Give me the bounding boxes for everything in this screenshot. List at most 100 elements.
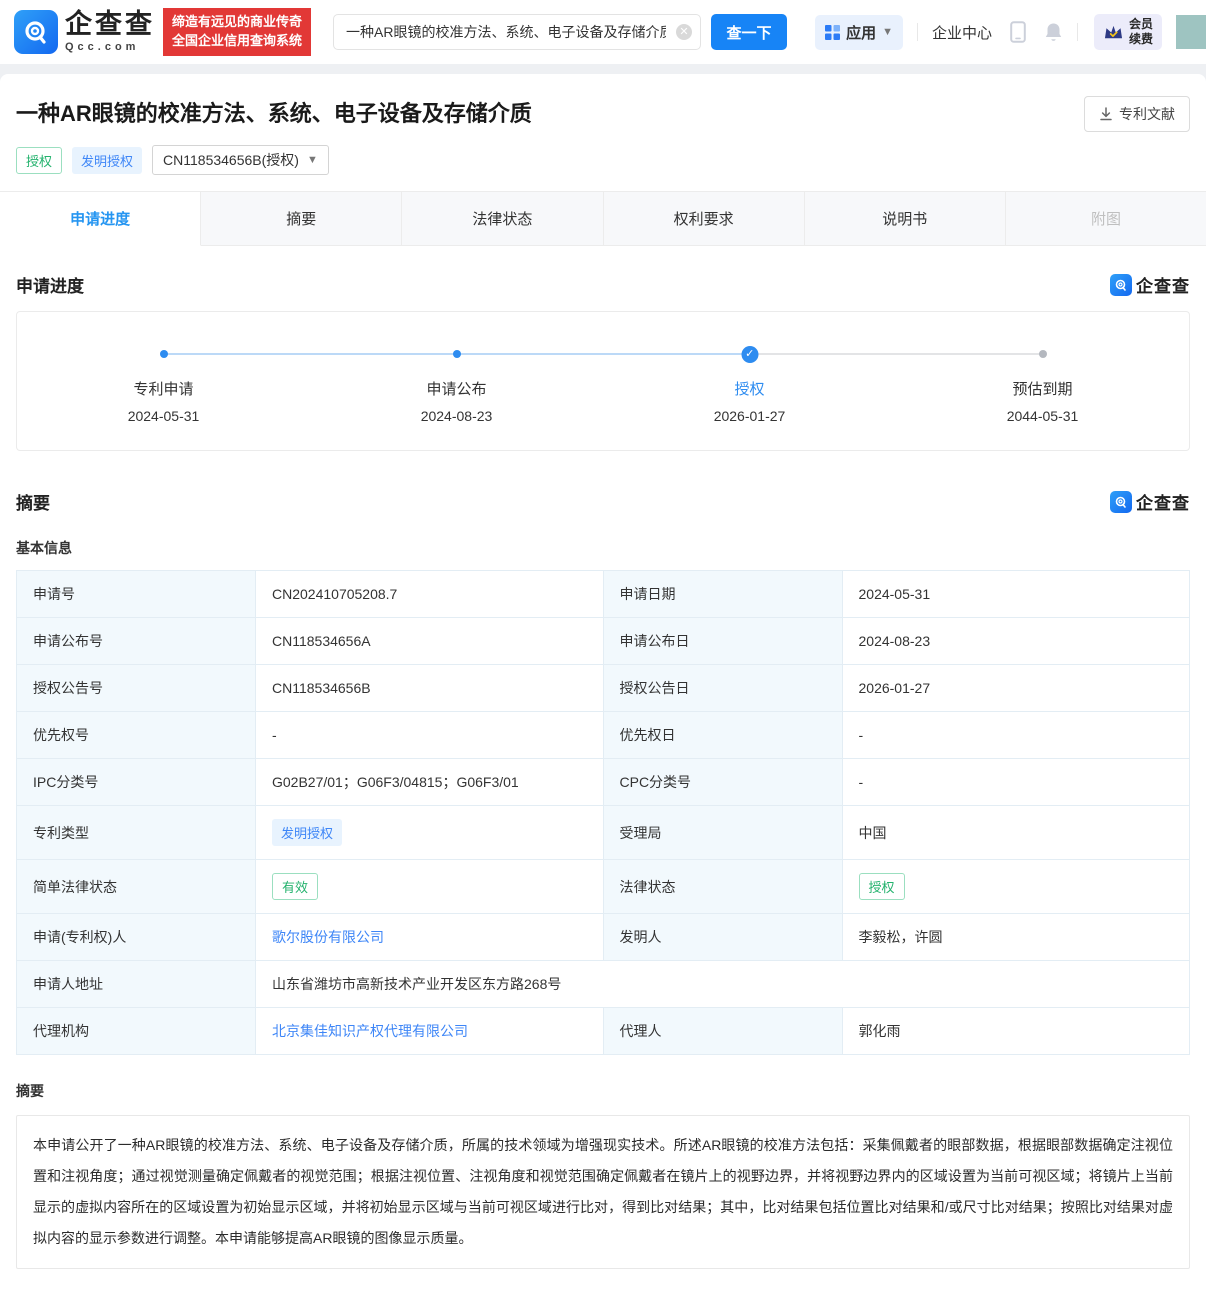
timeline-dot-publication [453,350,461,358]
qcc-watermark-logo: 企查查 [1110,489,1190,514]
table-row: 代理机构 北京集佳知识产权代理有限公司 代理人 郭化雨 [17,1008,1190,1055]
table-row: 专利类型 发明授权 受理局 中国 [17,806,1190,860]
tab-abstract[interactable]: 摘要 [201,192,402,245]
qcc-mini-icon [1110,491,1132,513]
milestone-date: 2026-01-27 [603,408,896,424]
apps-grid-icon [825,25,840,40]
row-label: 优先权日 [603,712,842,759]
patent-number-select[interactable]: CN118534656B(授权) ▼ [152,145,329,175]
qcc-logo[interactable]: 企查查 Qcc.com [14,10,155,54]
row-value: CN202410705208.7 [256,571,604,618]
patent-document-button[interactable]: 专利文献 [1084,96,1190,132]
milestone-date: 2024-08-23 [310,408,603,424]
search-clear-icon[interactable]: ✕ [676,24,692,40]
milestone-label: 申请公布 [310,378,603,399]
row-label: 法律状态 [603,860,842,914]
row-label: 申请公布日 [603,618,842,665]
tab-claims[interactable]: 权利要求 [604,192,805,245]
notification-bell-icon[interactable] [1044,22,1063,43]
table-row: 申请公布号 CN118534656A 申请公布日 2024-08-23 [17,618,1190,665]
row-label: CPC分类号 [603,759,842,806]
top-header: 企查查 Qcc.com 缔造有远见的商业传奇 全国企业信用查询系统 ✕ 查一下 … [0,0,1206,64]
slogan-line-1: 缔造有远见的商业传奇 [172,13,302,32]
table-row: 简单法律状态 有效 法律状态 授权 [17,860,1190,914]
vip-crown-icon [1103,23,1124,42]
patent-detail-card: 一种AR眼镜的校准方法、系统、电子设备及存储介质 专利文献 授权 发明授权 CN… [0,74,1206,1289]
applicant-link[interactable]: 歌尔股份有限公司 [272,929,384,945]
patent-document-label: 专利文献 [1119,104,1175,124]
vip-label-line2: 续费 [1129,32,1153,47]
brand-slogan: 缔造有远见的商业传奇 全国企业信用查询系统 [163,8,311,56]
milestone-filing: 专利申请 2024-05-31 [17,378,310,424]
row-label: 申请号 [17,571,256,618]
slogan-line-2: 全国企业信用查询系统 [172,32,302,51]
divider [917,23,918,41]
applicant-address: 山东省潍坊市高新技术产业开发区东方路268号 [256,961,1190,1008]
logo-text-en: Qcc.com [65,42,155,53]
milestone-expiry: 预估到期 2044-05-31 [896,378,1189,424]
chevron-down-icon: ▼ [307,154,318,166]
row-label: 授权公告日 [603,665,842,712]
milestone-grant: 授权 2026-01-27 [603,378,896,424]
basic-info-table: 申请号 CN202410705208.7 申请日期 2024-05-31 申请公… [16,570,1190,1055]
table-row: IPC分类号 G02B27/01；G06F3/04815；G06F3/01 CP… [17,759,1190,806]
tab-application-progress[interactable]: 申请进度 [0,192,201,246]
abstract-title: 摘要 [0,1055,1206,1113]
table-row: 申请人地址 山东省潍坊市高新技术产业开发区东方路268号 [17,961,1190,1008]
detail-tabs: 申请进度 摘要 法律状态 权利要求 说明书 附图 [0,191,1206,246]
search-input[interactable] [333,14,701,50]
vip-renew-button[interactable]: 会员 续费 [1094,14,1162,50]
row-label: 申请日期 [603,571,842,618]
patent-type-badge: 发明授权 [272,819,342,846]
mobile-app-icon[interactable] [1010,21,1026,43]
abstract-text: 本申请公开了一种AR眼镜的校准方法、系统、电子设备及存储介质，所属的技术领域为增… [16,1115,1190,1269]
row-label: 简单法律状态 [17,860,256,914]
row-value: 中国 [842,806,1190,860]
chevron-down-icon: ▼ [882,26,893,38]
qcc-watermark-logo: 企查查 [1110,272,1190,297]
agency-link[interactable]: 北京集佳知识产权代理有限公司 [272,1023,468,1039]
table-row: 授权公告号 CN118534656B 授权公告日 2026-01-27 [17,665,1190,712]
summary-section-title: 摘要 [16,489,50,514]
qcc-watermark-text: 企查查 [1136,272,1190,297]
milestone-date: 2044-05-31 [896,408,1189,424]
milestone-label: 预估到期 [896,378,1189,399]
tab-figures[interactable]: 附图 [1006,192,1206,245]
enterprise-center-link[interactable]: 企业中心 [932,22,992,43]
table-row: 申请号 CN202410705208.7 申请日期 2024-05-31 [17,571,1190,618]
status-badge-granted: 授权 [16,147,62,174]
search-button[interactable]: 查一下 [711,14,787,50]
page-title: 一种AR眼镜的校准方法、系统、电子设备及存储介质 [16,96,1068,128]
vip-label-line1: 会员 [1129,17,1153,32]
timeline-dot-expiry [1039,350,1047,358]
row-value: - [842,712,1190,759]
row-label: 申请(专利权)人 [17,914,256,961]
row-value: CN118534656B [256,665,604,712]
row-value: 李毅松，许圆 [842,914,1190,961]
tab-legal-status[interactable]: 法律状态 [402,192,603,245]
row-label: 代理人 [603,1008,842,1055]
patent-number-value: CN118534656B(授权) [163,150,299,170]
table-row: 申请(专利权)人 歌尔股份有限公司 发明人 李毅松，许圆 [17,914,1190,961]
row-value: - [842,759,1190,806]
tab-specification[interactable]: 说明书 [805,192,1006,245]
basic-info-title: 基本信息 [0,528,1206,570]
qcc-watermark-text: 企查查 [1136,489,1190,514]
row-label: IPC分类号 [17,759,256,806]
user-avatar[interactable] [1176,15,1206,49]
row-label: 授权公告号 [17,665,256,712]
timeline-check-icon-grant: ✓ [741,346,758,363]
logo-text-cn: 企查查 [65,11,155,38]
divider [1077,23,1078,41]
download-icon [1099,107,1113,121]
row-label: 申请人地址 [17,961,256,1008]
type-badge-invention-grant: 发明授权 [72,147,142,174]
milestone-label: 专利申请 [17,378,310,399]
legal-status-badge: 授权 [859,873,905,900]
qcc-mini-icon [1110,274,1132,296]
apps-menu-button[interactable]: 应用 ▼ [815,15,903,50]
row-value: 2024-05-31 [842,571,1190,618]
milestone-publication: 申请公布 2024-08-23 [310,378,603,424]
timeline-dot-filing [160,350,168,358]
row-label: 专利类型 [17,806,256,860]
